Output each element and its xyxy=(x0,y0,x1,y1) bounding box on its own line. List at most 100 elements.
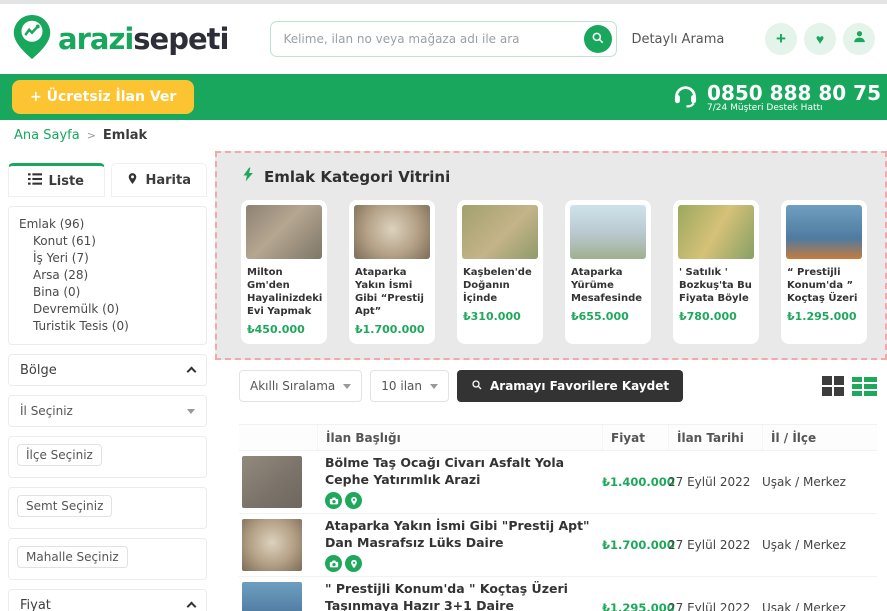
listing-thumbnail xyxy=(242,456,302,508)
breadcrumb-home-link[interactable]: Ana Sayfa xyxy=(14,128,80,143)
price-column-header: Fiyat xyxy=(602,425,668,450)
logo-text-secondary: sepeti xyxy=(133,22,228,56)
list-view-icon[interactable] xyxy=(852,377,877,396)
card-price: ₺655.000 xyxy=(570,310,646,323)
search-bar xyxy=(270,21,617,57)
sort-select[interactable]: Akıllı Sıralama xyxy=(239,370,362,402)
listing-photo xyxy=(570,205,646,259)
listing-title[interactable]: " Prestijli Konum'da " Koçtaş Üzeri Taşı… xyxy=(325,581,594,611)
map-pin-logo-icon xyxy=(12,14,52,64)
breadcrumb: Ana Sayfa > Emlak xyxy=(0,120,887,151)
search-input[interactable] xyxy=(283,32,584,46)
listing-title[interactable]: Bölme Taş Ocağı Civarı Asfalt Yola Cephe… xyxy=(325,455,594,489)
header-icon-buttons: + ♥ xyxy=(765,23,875,55)
listing-date: 27 Eylül 2022 xyxy=(668,538,762,552)
card-price: ₺780.000 xyxy=(678,310,754,323)
category-emlak[interactable]: Emlak (96) xyxy=(19,216,196,233)
grid-view-icon[interactable] xyxy=(822,376,844,396)
neighborhood-select[interactable]: Mahalle Seçiniz xyxy=(8,538,207,580)
table-row[interactable]: " Prestijli Konum'da " Koçtaş Üzeri Taşı… xyxy=(239,577,877,611)
listing-photo xyxy=(786,205,862,259)
neighborhood-select-label[interactable]: Mahalle Seçiniz xyxy=(17,546,128,568)
tab-harita[interactable]: Harita xyxy=(111,163,208,197)
save-search-label: Aramayı Favorilere Kaydet xyxy=(490,379,669,393)
main-content: Emlak Kategori Vitrini Milton Gm'den Hay… xyxy=(215,151,887,611)
camera-icon xyxy=(325,492,342,509)
listing-price: ₺1.295.000 xyxy=(602,601,668,611)
table-row[interactable]: Bölme Taş Ocağı Civarı Asfalt Yola Cephe… xyxy=(239,451,877,514)
location-pin-icon xyxy=(345,555,362,572)
listing-title[interactable]: Ataparka Yakın İsmi Gibi "Prestij Apt" D… xyxy=(325,518,594,552)
logo-text-primary: arazi xyxy=(58,22,133,56)
list-icon xyxy=(28,173,42,189)
listing-location: Uşak / Merkez xyxy=(762,475,877,489)
showcase-card[interactable]: Milton Gm'den Hayalinizdeki Evi Yapmak ₺… xyxy=(241,200,327,344)
showcase-cards: Milton Gm'den Hayalinizdeki Evi Yapmak ₺… xyxy=(241,200,875,344)
showcase-card[interactable]: ' Satılık ' Bozkuş'ta Bu Fiyata Böyle ₺7… xyxy=(673,200,759,344)
listing-photo xyxy=(354,205,430,259)
region-section-header[interactable]: Bölge xyxy=(8,354,207,386)
category-konut[interactable]: Konut (61) xyxy=(19,233,196,250)
view-toggle xyxy=(822,376,877,396)
date-column-header: İlan Tarihi xyxy=(668,425,762,450)
detailed-search-link[interactable]: Detaylı Arama xyxy=(631,32,724,47)
listing-date: 27 Eylül 2022 xyxy=(668,475,762,489)
card-title: Ataparka Yürüme Mesafesinde xyxy=(571,266,645,305)
thumb-column-header xyxy=(239,425,317,450)
table-row[interactable]: Ataparka Yakın İsmi Gibi "Prestij Apt" D… xyxy=(239,514,877,577)
quarter-select-label[interactable]: Semt Seçiniz xyxy=(17,495,112,517)
category-devremulk[interactable]: Devremülk (0) xyxy=(19,301,196,318)
results-toolbar: Akıllı Sıralama 10 ilan Aramayı Favorile… xyxy=(239,370,877,402)
card-price: ₺1.295.000 xyxy=(786,310,862,323)
save-search-button[interactable]: Aramayı Favorilere Kaydet xyxy=(457,370,683,402)
province-select-label: İl Seçiniz xyxy=(20,404,73,418)
price-section-title: Fiyat xyxy=(20,598,51,611)
listing-price: ₺1.400.000 xyxy=(602,475,668,489)
search-icon xyxy=(591,31,605,48)
listing-thumbnail xyxy=(242,519,302,571)
support-phone-block[interactable]: 0850 888 80 75 7/24 Müşteri Destek Hattı xyxy=(672,81,881,113)
view-tabs: Liste Harita xyxy=(8,163,207,197)
listings-table-header: İlan Başlığı Fiyat İlan Tarihi İl / İlçe xyxy=(239,424,877,451)
price-section-header[interactable]: Fiyat xyxy=(8,589,207,611)
breadcrumb-current: Emlak xyxy=(103,128,147,143)
chevron-up-icon xyxy=(187,602,197,611)
category-turistik-tesis[interactable]: Turistik Tesis (0) xyxy=(19,318,196,335)
category-arsa[interactable]: Arsa (28) xyxy=(19,267,196,284)
breadcrumb-separator: > xyxy=(87,129,96,142)
tab-liste-label: Liste xyxy=(48,174,84,189)
favorites-button[interactable]: ♥ xyxy=(804,23,836,55)
district-select-label[interactable]: İlçe Seçiniz xyxy=(17,444,102,466)
showcase-card[interactable]: Kaşbelen'de Doğanın İçinde ₺310.000 xyxy=(457,200,543,344)
card-price: ₺450.000 xyxy=(246,323,322,336)
search-button[interactable] xyxy=(584,25,612,53)
site-header: arazisepeti Detaylı Arama + ♥ xyxy=(0,4,887,74)
location-pin-icon xyxy=(345,492,362,509)
showcase-title-row: Emlak Kategori Vitrini xyxy=(241,166,875,187)
tab-liste[interactable]: Liste xyxy=(8,163,105,197)
map-pin-icon xyxy=(126,172,139,189)
per-page-select[interactable]: 10 ilan xyxy=(370,370,449,402)
chevron-down-icon xyxy=(343,384,351,389)
showcase-card[interactable]: “ Prestijli Konum'da ” Koçtaş Üzeri ₺1.2… xyxy=(781,200,867,344)
province-select[interactable]: İl Seçiniz xyxy=(8,395,207,427)
category-list: Emlak (96) Konut (61) İş Yeri (7) Arsa (… xyxy=(8,206,207,345)
per-page-label: 10 ilan xyxy=(381,379,422,393)
category-is-yeri[interactable]: İş Yeri (7) xyxy=(19,250,196,267)
account-button[interactable] xyxy=(843,23,875,55)
search-icon xyxy=(471,379,483,394)
quarter-select[interactable]: Semt Seçiniz xyxy=(8,487,207,529)
showcase-card[interactable]: Ataparka Yakın İsmi Gibi “Prestij Apt” ₺… xyxy=(349,200,435,344)
chevron-down-icon xyxy=(430,384,438,389)
category-bina[interactable]: Bina (0) xyxy=(19,284,196,301)
add-listing-button[interactable]: + xyxy=(765,23,797,55)
listing-photo xyxy=(246,205,322,259)
logo[interactable]: arazisepeti xyxy=(12,14,228,64)
card-title: ' Satılık ' Bozkuş'ta Bu Fiyata Böyle xyxy=(679,266,753,305)
free-listing-button[interactable]: + Ücretsiz İlan Ver xyxy=(12,80,194,114)
showcase-card[interactable]: Ataparka Yürüme Mesafesinde ₺655.000 xyxy=(565,200,651,344)
district-select[interactable]: İlçe Seçiniz xyxy=(8,436,207,478)
logo-text: arazisepeti xyxy=(58,22,228,56)
listing-location: Uşak / Merkez xyxy=(762,601,877,611)
listing-price: ₺1.700.000 xyxy=(602,538,668,552)
